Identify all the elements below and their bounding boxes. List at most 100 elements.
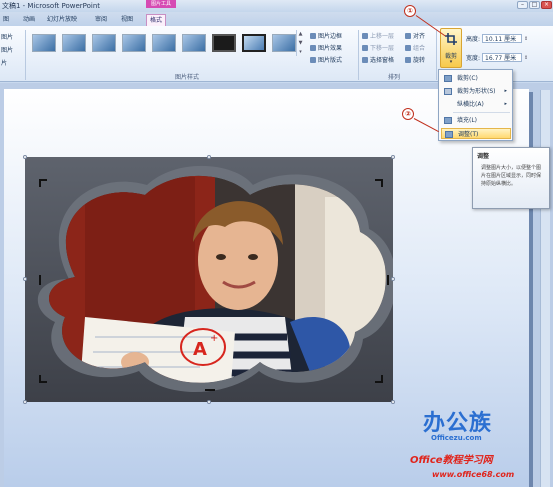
gallery-scroll[interactable]: ▲ ▼ ▾ xyxy=(296,30,304,56)
bring-forward-label: 上移一层 xyxy=(370,33,395,40)
resize-handle[interactable] xyxy=(391,155,395,159)
rotate-icon xyxy=(405,56,411,63)
align-command[interactable]: 对齐 xyxy=(405,31,425,40)
crop-mark-left[interactable] xyxy=(39,275,47,285)
menu-item-crop[interactable]: 裁剪(C) xyxy=(441,73,511,84)
tab-format[interactable]: 格式 xyxy=(146,14,167,26)
picture-tools-header: 图片工具 xyxy=(146,0,176,8)
picture-styles-group-label: 图片样式 xyxy=(175,74,200,81)
menu-item-label: 调整(T) xyxy=(458,131,479,138)
submenu-arrow-icon: ▸ xyxy=(504,88,507,94)
watermark-brand: Office教程学习网 xyxy=(410,455,493,466)
height-label: 高度: xyxy=(466,36,481,43)
close-button[interactable]: × xyxy=(541,1,552,9)
picture-style-thumb[interactable] xyxy=(122,34,146,52)
svg-text:A: A xyxy=(193,339,207,360)
picture-border-command[interactable]: 图片边框 xyxy=(310,31,342,40)
picture-style-thumb[interactable] xyxy=(272,34,296,52)
fit-tooltip: 调整 调整图片大小，以便整个图片在图片区域显示，同时保持原始纵横比。 xyxy=(472,147,550,209)
crop-mark-top-left[interactable] xyxy=(39,179,47,187)
crop-mark-bottom-right[interactable] xyxy=(375,375,383,383)
picture-layout-label: 图片版式 xyxy=(318,57,343,64)
group-label: 组合 xyxy=(413,45,426,52)
width-input[interactable] xyxy=(482,53,523,62)
selected-picture[interactable]: A + xyxy=(23,155,395,404)
picture-style-thumb[interactable] xyxy=(62,34,86,52)
crop-icon xyxy=(444,75,452,82)
tooltip-title: 调整 xyxy=(477,153,490,160)
partial-command[interactable]: 图片 xyxy=(1,32,13,41)
crop-dropdown-menu: 裁剪(C) 裁剪为形状(S) ▸ 纵横比(A) ▸ 填充(L) 调整(T) xyxy=(438,69,513,141)
fit-icon xyxy=(445,131,453,138)
resize-handle[interactable] xyxy=(391,277,395,281)
crop-mark-bottom-left[interactable] xyxy=(39,375,47,383)
tooltip-body: 调整图片大小，以便整个图片在图片区域显示，同时保持原始纵横比。 xyxy=(481,165,542,187)
tab-design[interactable]: 图 xyxy=(0,14,12,26)
group-separator xyxy=(25,30,26,80)
watermark-logo: 办公族 xyxy=(423,411,493,436)
menu-separator xyxy=(453,112,510,113)
height-spinner-icon[interactable]: ⇕ xyxy=(524,36,528,42)
selection-pane-icon xyxy=(362,56,368,63)
resize-handle[interactable] xyxy=(23,400,27,404)
crop-mark-right[interactable] xyxy=(381,275,389,285)
watermark-site: Officezu.com xyxy=(431,434,482,442)
resize-handle[interactable] xyxy=(207,155,211,159)
picture-style-thumb[interactable] xyxy=(152,34,176,52)
resize-handle[interactable] xyxy=(391,400,395,404)
width-spinner-icon[interactable]: ⇕ xyxy=(524,55,528,61)
height-input[interactable] xyxy=(482,34,523,43)
partial-command[interactable]: 图片 xyxy=(1,45,13,54)
picture-effects-command[interactable]: 图片效果 xyxy=(310,43,342,52)
width-row: 宽度: ⇕ xyxy=(466,53,528,62)
picture-effects-label: 图片效果 xyxy=(318,45,343,52)
menu-item-crop-to-shape[interactable]: 裁剪为形状(S) ▸ xyxy=(441,86,511,97)
crop-mark-top-right[interactable] xyxy=(375,179,383,187)
title-bar: 文稿1 - Microsoft PowerPoint 图片工具 – □ × xyxy=(0,0,553,12)
picture-style-gallery[interactable] xyxy=(28,30,298,60)
fill-icon xyxy=(444,117,452,124)
selection-pane-command[interactable]: 选择窗格 xyxy=(362,55,394,64)
rotate-label: 旋转 xyxy=(413,57,426,64)
rotate-command[interactable]: 旋转 xyxy=(405,55,425,64)
maximize-button[interactable]: □ xyxy=(529,1,540,9)
ribbon-tabs: 图 动画 幻灯片放映 审阅 视图 格式 xyxy=(0,12,553,26)
picture-style-thumb[interactable] xyxy=(32,34,56,52)
arrange-group-label: 排列 xyxy=(388,74,401,81)
resize-handle[interactable] xyxy=(23,155,27,159)
tab-animation[interactable]: 动画 xyxy=(20,14,38,26)
group-separator xyxy=(358,30,359,80)
resize-handle[interactable] xyxy=(23,277,27,281)
picture-style-thumb[interactable] xyxy=(242,34,266,52)
menu-item-aspect-ratio[interactable]: 纵横比(A) ▸ xyxy=(441,99,511,110)
minimize-button[interactable]: – xyxy=(517,1,528,9)
callout-2: ② xyxy=(402,108,414,120)
menu-item-fit[interactable]: 调整(T) xyxy=(441,128,511,139)
group-separator xyxy=(436,30,437,80)
watermark-url: www.office68.com xyxy=(432,470,515,479)
tab-slideshow[interactable]: 幻灯片放映 xyxy=(44,14,80,26)
send-backward-command[interactable]: 下移一层 xyxy=(362,43,394,52)
menu-item-label: 纵横比(A) xyxy=(457,101,484,108)
photo-boy: A + xyxy=(37,165,393,392)
picture-border-icon xyxy=(310,32,316,39)
svg-text:+: + xyxy=(210,333,218,344)
group-icon xyxy=(405,44,411,51)
callout-1: ① xyxy=(404,5,416,17)
tab-view[interactable]: 视图 xyxy=(118,14,136,26)
partial-command[interactable]: 片 xyxy=(1,58,7,67)
picture-style-thumb[interactable] xyxy=(182,34,206,52)
picture-style-thumb[interactable] xyxy=(212,34,236,52)
resize-handle[interactable] xyxy=(207,400,211,404)
group-command[interactable]: 组合 xyxy=(405,43,425,52)
picture-layout-command[interactable]: 图片版式 xyxy=(310,55,342,64)
crop-mark-bottom[interactable] xyxy=(205,383,215,391)
bring-forward-command[interactable]: 上移一层 xyxy=(362,31,394,40)
tab-review[interactable]: 审阅 xyxy=(92,14,110,26)
picture-border-label: 图片边框 xyxy=(318,33,343,40)
picture-style-thumb[interactable] xyxy=(92,34,116,52)
align-icon xyxy=(405,32,411,39)
menu-item-fill[interactable]: 填充(L) xyxy=(441,115,511,126)
bring-forward-icon xyxy=(362,32,368,39)
window-title: 文稿1 - Microsoft PowerPoint xyxy=(2,2,101,10)
